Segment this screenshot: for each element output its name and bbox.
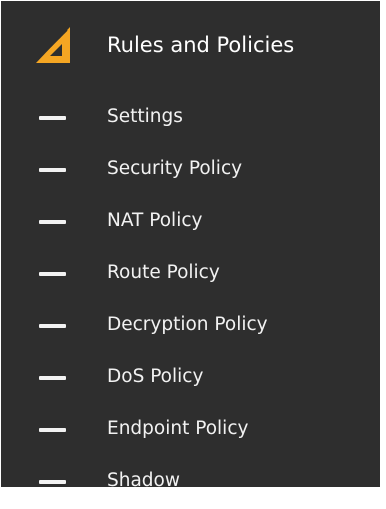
nav-item-label: Decryption Policy xyxy=(107,314,268,335)
nav-item-dos-policy[interactable]: DoS Policy xyxy=(1,353,380,405)
nav-item-decryption-policy[interactable]: Decryption Policy xyxy=(1,301,380,353)
nav-item-label: NAT Policy xyxy=(107,210,203,231)
nav-item-label: Route Policy xyxy=(107,262,220,283)
section-title: Rules and Policies xyxy=(107,33,295,57)
triangle-ruler-icon xyxy=(36,27,70,63)
nav-item-settings[interactable]: Settings xyxy=(1,93,380,145)
dash-icon xyxy=(39,376,66,380)
nav-item-label: DoS Policy xyxy=(107,366,204,387)
nav-item-label: Endpoint Policy xyxy=(107,418,249,439)
nav-item-security-policy[interactable]: Security Policy xyxy=(1,145,380,197)
sidebar-panel: Rules and Policies Settings Security Pol… xyxy=(0,0,382,491)
dash-icon xyxy=(39,220,66,224)
section-header[interactable]: Rules and Policies xyxy=(1,1,380,89)
nav-item-label: Settings xyxy=(107,106,183,127)
nav-item-route-policy[interactable]: Route Policy xyxy=(1,249,380,301)
policy-nav-list: Settings Security Policy NAT Policy Rout… xyxy=(1,93,380,509)
dash-icon xyxy=(39,480,66,484)
dash-icon xyxy=(39,272,66,276)
dash-icon xyxy=(39,324,66,328)
dash-icon xyxy=(39,428,66,432)
nav-item-label: Security Policy xyxy=(107,158,243,179)
nav-item-nat-policy[interactable]: NAT Policy xyxy=(1,197,380,249)
dash-icon xyxy=(39,168,66,172)
nav-item-label: Shadow xyxy=(107,470,180,491)
nav-item-endpoint-policy[interactable]: Endpoint Policy xyxy=(1,405,380,457)
dash-icon xyxy=(39,116,66,120)
nav-item-shadow[interactable]: Shadow xyxy=(1,457,380,509)
